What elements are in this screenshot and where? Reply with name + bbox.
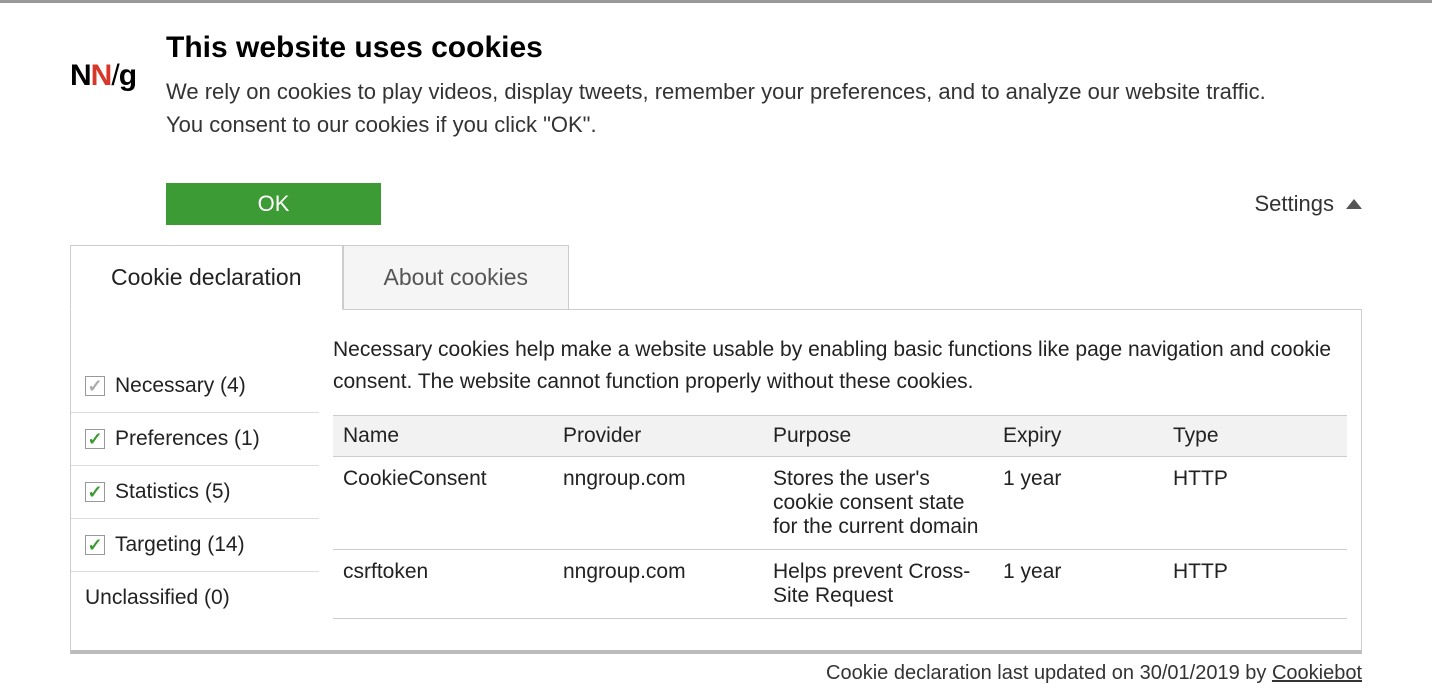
category-list: Necessary (4) Preferences (1) Statistics… <box>71 310 319 650</box>
category-statistics[interactable]: Statistics (5) <box>71 466 319 519</box>
th-purpose: Purpose <box>763 416 993 457</box>
category-label: Necessary (4) <box>115 374 246 398</box>
tab-cookie-declaration[interactable]: Cookie declaration <box>70 245 343 310</box>
settings-toggle[interactable]: Settings <box>1255 191 1363 217</box>
category-label: Statistics (5) <box>115 480 231 504</box>
category-description: Necessary cookies help make a website us… <box>333 334 1347 397</box>
chevron-up-icon <box>1346 199 1362 209</box>
checkbox-targeting[interactable] <box>85 535 105 555</box>
category-label: Unclassified (0) <box>85 586 230 610</box>
footer-text: Cookie declaration last updated on 30/01… <box>0 662 1362 685</box>
cell-type: HTTP <box>1163 457 1347 550</box>
logo: NN/g <box>70 59 136 93</box>
dialog-description: We rely on cookies to play videos, displ… <box>166 75 1286 141</box>
table-row: CookieConsent nngroup.com Stores the use… <box>333 457 1347 550</box>
category-unclassified[interactable]: Unclassified (0) <box>71 572 319 624</box>
tab-about-cookies[interactable]: About cookies <box>343 245 569 310</box>
cell-name: csrftoken <box>333 550 553 619</box>
th-name: Name <box>333 416 553 457</box>
cell-provider: nngroup.com <box>553 457 763 550</box>
cell-provider: nngroup.com <box>553 550 763 619</box>
footer-prefix: Cookie declaration last updated on 30/01… <box>826 662 1272 684</box>
category-necessary[interactable]: Necessary (4) <box>71 360 319 413</box>
cell-expiry: 1 year <box>993 550 1163 619</box>
logo-g: g <box>119 59 136 92</box>
th-provider: Provider <box>553 416 763 457</box>
category-targeting[interactable]: Targeting (14) <box>71 519 319 572</box>
logo-n2: N <box>91 59 112 92</box>
logo-n1: N <box>70 59 91 92</box>
cell-name: CookieConsent <box>333 457 553 550</box>
table-row: csrftoken nngroup.com Helps prevent Cros… <box>333 550 1347 619</box>
cookiebot-link[interactable]: Cookiebot <box>1272 662 1362 684</box>
th-type: Type <box>1163 416 1347 457</box>
category-label: Preferences (1) <box>115 427 260 451</box>
cell-expiry: 1 year <box>993 457 1163 550</box>
checkbox-necessary <box>85 376 105 396</box>
category-preferences[interactable]: Preferences (1) <box>71 413 319 466</box>
settings-label: Settings <box>1255 191 1335 217</box>
cell-type: HTTP <box>1163 550 1347 619</box>
th-expiry: Expiry <box>993 416 1163 457</box>
checkbox-preferences[interactable] <box>85 429 105 449</box>
checkbox-statistics[interactable] <box>85 482 105 502</box>
cookie-table: Name Provider Purpose Expiry Type Cookie… <box>333 415 1347 619</box>
logo-slash: / <box>111 59 118 92</box>
dialog-title: This website uses cookies <box>166 31 1392 65</box>
category-label: Targeting (14) <box>115 533 245 557</box>
cell-purpose: Helps prevent Cross-Site Request <box>763 550 993 619</box>
ok-button[interactable]: OK <box>166 183 381 225</box>
cell-purpose: Stores the user's cookie consent state f… <box>763 457 993 550</box>
